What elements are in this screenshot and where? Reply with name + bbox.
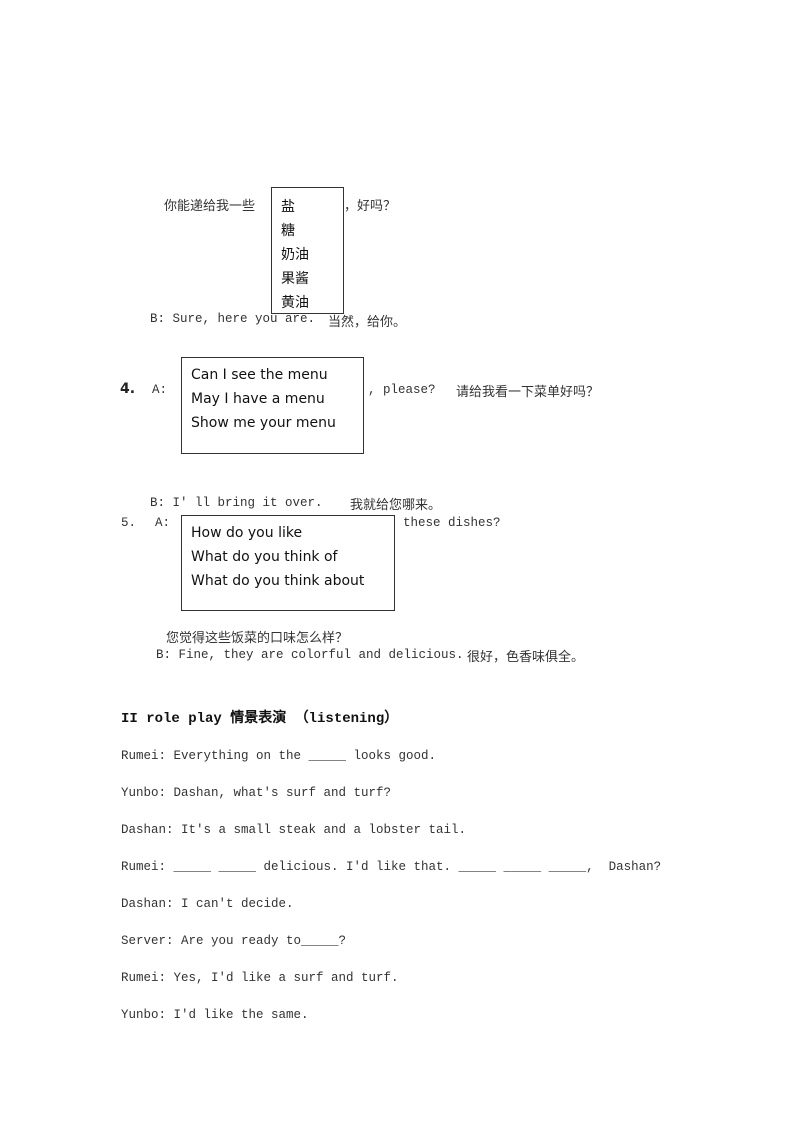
dialogue-line: Rumei: _____ _____ delicious. I'd like t… [121,860,662,874]
item5-answer: B: Fine, they are colorful and delicious… [156,648,464,662]
item5-option: How do you like [191,525,303,541]
item5-option: What do you think about [191,573,365,589]
item3-prompt: 你能递给我一些 [164,199,256,214]
item3-option: 果酱 [281,271,309,287]
item4-option: Show me your menu [191,415,336,431]
item3-option: 黄油 [281,295,309,311]
dialogue-line: Rumei: Everything on the _____ looks goo… [121,749,437,763]
item5-translation: 您觉得这些饭菜的口味怎么样？ [166,631,349,646]
item3-answer: B: Sure, here you are. [150,312,316,326]
dialogue-line: Server: Are you ready to_____? [121,934,347,948]
item5-number: 5. [121,516,137,530]
item4-answer: B: I' ll bring it over. [150,496,323,510]
item5-speaker: A: [155,516,171,530]
dialogue-line: Dashan: I can't decide. [121,897,294,911]
item4-suffix: , please? [368,383,436,397]
item4-speaker: A: [152,383,168,397]
item4-number: 4. [120,381,136,397]
dialogue-line: Rumei: Yes, I'd like a surf and turf. [121,971,399,985]
item3-option: 盐 [281,199,295,215]
dialogue-line: Dashan: It's a small steak and a lobster… [121,823,467,837]
dialogue-line: Yunbo: I'd like the same. [121,1008,309,1022]
item5-option: What do you think of [191,549,338,565]
item5-answer-translation: 很好，色香味俱全。 [467,650,585,665]
item4-translation: 请给我看一下菜单好吗？ [456,385,600,400]
item3-option: 奶油 [281,247,309,263]
item4-options-box: Can I see the menu May I have a menu Sho… [181,357,364,454]
item3-answer-translation: 当然，给你。 [328,315,407,330]
item5-options-box: How do you like What do you think of Wha… [181,515,395,611]
dialogue-line: Yunbo: Dashan, what's surf and turf? [121,786,392,800]
item3-suffix: ，好吗？ [344,199,397,214]
item5-suffix: these dishes? [403,516,501,530]
item4-option: Can I see the menu [191,367,328,383]
item4-answer-translation: 我就给您哪来。 [350,498,442,513]
item3-options-box: 盐 糖 奶油 果酱 黄油 [271,187,344,314]
section2-heading: II role play 情景表演 （listening） [121,711,399,727]
item3-option: 糖 [281,223,295,239]
item4-option: May I have a menu [191,391,325,407]
